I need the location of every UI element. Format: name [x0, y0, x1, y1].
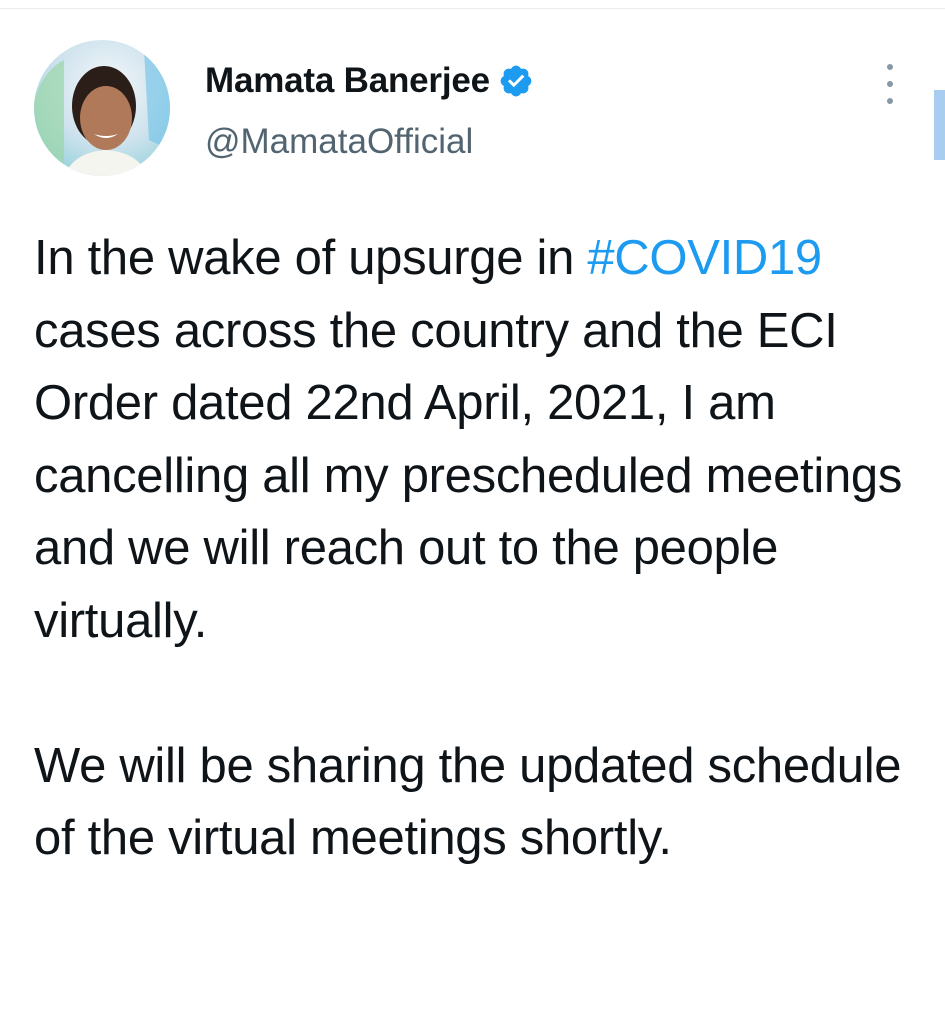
- avatar-photo: [34, 40, 170, 176]
- author-name-row[interactable]: Mamata Banerjee: [205, 60, 534, 102]
- author-avatar[interactable]: [34, 40, 170, 176]
- tweet-text: In the wake of upsurge in #COVID19 cases…: [34, 222, 924, 875]
- top-divider: [0, 8, 945, 9]
- tweet-paragraph-1: In the wake of upsurge in #COVID19 cases…: [34, 222, 924, 657]
- hashtag-link[interactable]: #COVID19: [587, 231, 822, 285]
- author-display-name[interactable]: Mamata Banerjee: [205, 61, 490, 101]
- verified-badge-icon: [500, 65, 532, 97]
- tweet-card: Mamata Banerjee @MamataOfficial In the w…: [0, 0, 945, 1024]
- menu-dot: [887, 81, 893, 87]
- tweet-text-segment: In the wake of upsurge in: [34, 231, 588, 285]
- scrollbar-thumb[interactable]: [934, 90, 945, 160]
- more-vertical-icon[interactable]: [878, 64, 902, 104]
- menu-dot: [887, 98, 893, 104]
- author-handle[interactable]: @MamataOfficial: [205, 122, 473, 162]
- tweet-paragraph-2: We will be sharing the updated schedule …: [34, 738, 902, 866]
- tweet-text-segment: cases across the country and the ECI Ord…: [34, 303, 903, 648]
- menu-dot: [887, 64, 893, 70]
